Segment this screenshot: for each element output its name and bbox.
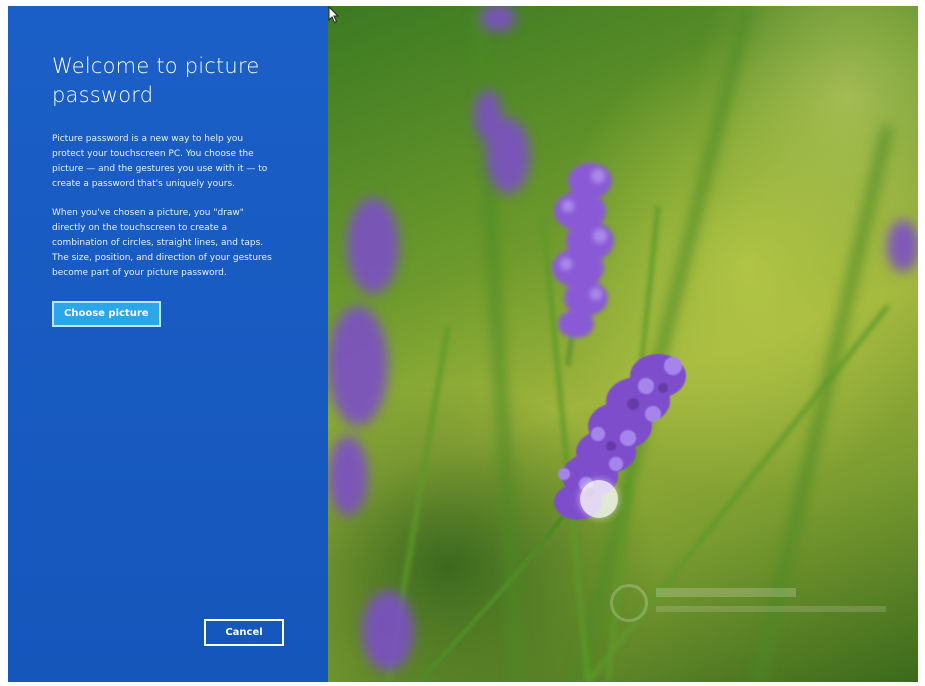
- watermark-logo-icon: [610, 584, 648, 622]
- touch-point-indicator: [580, 480, 618, 518]
- watermark-text-line: [656, 606, 886, 612]
- lavender-photo-illustration: [328, 6, 918, 682]
- background-photo: [328, 6, 918, 682]
- description-paragraph-1: Picture password is a new way to help yo…: [52, 134, 268, 189]
- page-title: Welcome to picture password: [52, 54, 260, 107]
- picture-password-window: Welcome to picture password Picture pass…: [8, 6, 918, 682]
- description-paragraph-2: When you've chosen a picture, you "draw"…: [52, 208, 272, 278]
- watermark-text-line: [656, 588, 796, 597]
- choose-picture-button[interactable]: Choose picture: [52, 301, 161, 327]
- mouse-pointer-icon: [328, 6, 340, 24]
- cancel-button[interactable]: Cancel: [204, 619, 284, 646]
- welcome-panel: Welcome to picture password Picture pass…: [8, 6, 328, 682]
